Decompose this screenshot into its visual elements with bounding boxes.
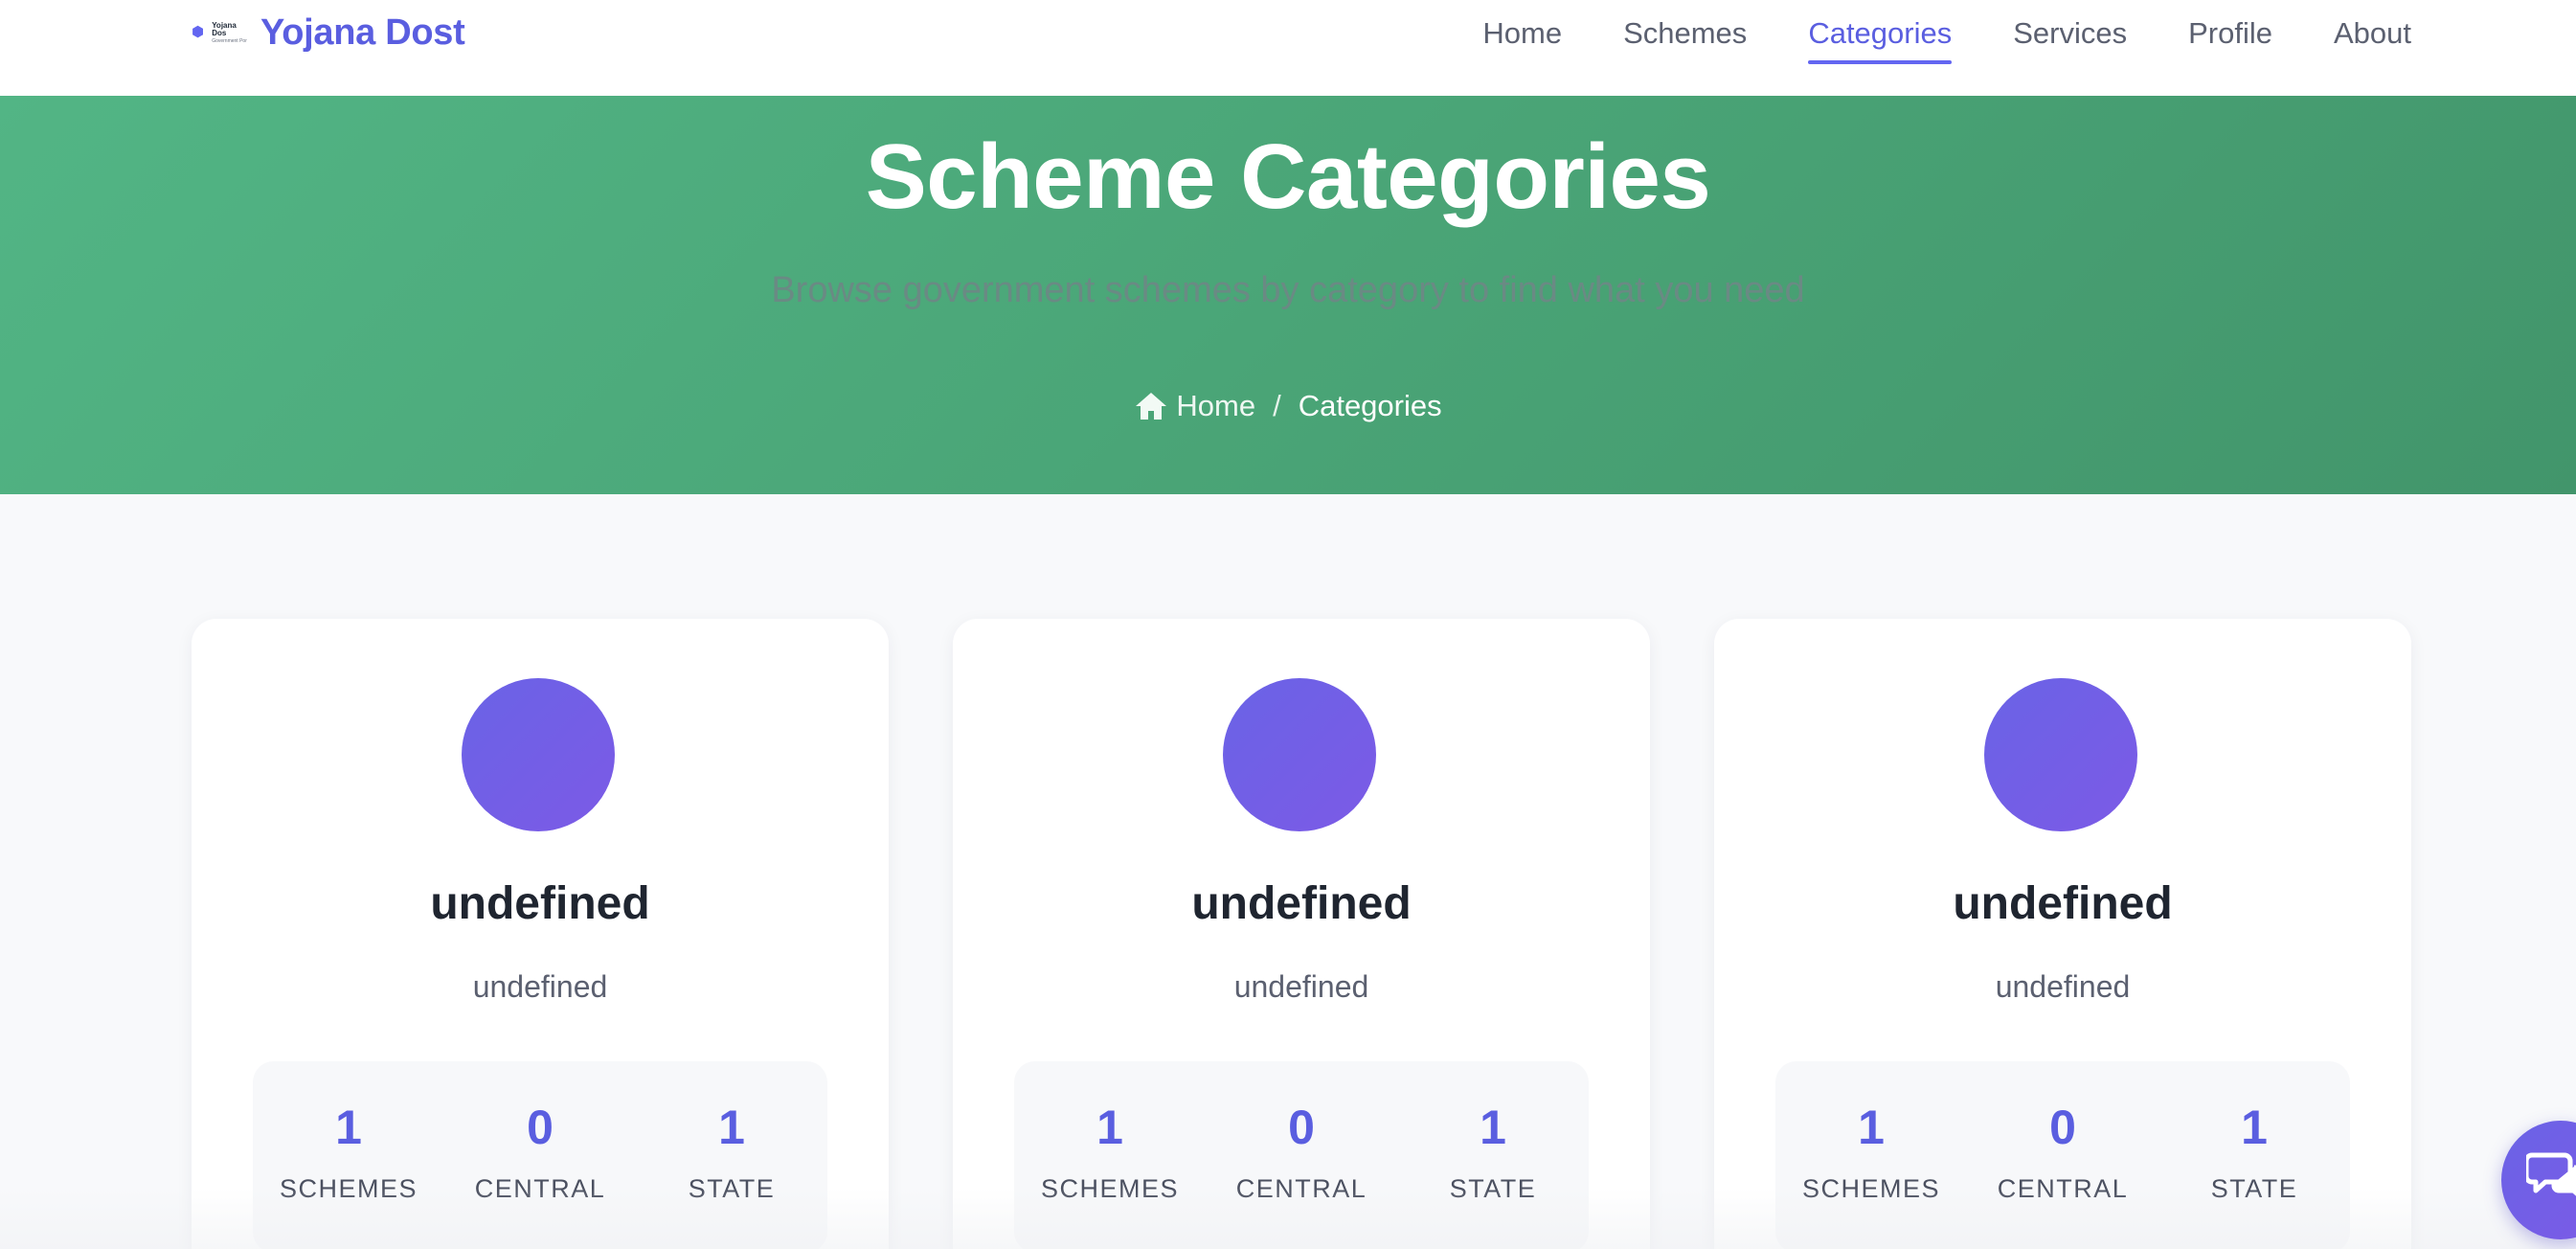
category-card[interactable]: undefined undefined 1 SCHEMES 0 CENTRAL … (1714, 619, 2411, 1249)
brand-logo-text: Yojana Dos Government Por (212, 20, 251, 44)
hero-banner: Scheme Categories Browse government sche… (0, 96, 2576, 494)
navbar: ⬢ Yojana Dos Government Por Yojana Dost … (0, 0, 2576, 96)
nav-link-categories[interactable]: Categories (1808, 3, 1952, 64)
category-icon (1984, 678, 2137, 831)
nav-links: Home Schemes Categories Services Profile… (1421, 0, 2411, 67)
brand-name[interactable]: Yojana Dost (260, 12, 465, 54)
category-card[interactable]: undefined undefined 1 SCHEMES 0 CENTRAL … (953, 619, 1650, 1249)
stat-value: 0 (1288, 1101, 1315, 1154)
stat-value: 1 (718, 1101, 745, 1154)
breadcrumb-current: Categories (1298, 389, 1442, 422)
category-icon (1223, 678, 1376, 831)
nav-link-home[interactable]: Home (1482, 3, 1562, 64)
home-icon (1136, 393, 1167, 420)
brand-logo: ⬢ Yojana Dos Government Por (192, 20, 251, 44)
stat-label: STATE (2210, 1174, 2298, 1203)
hexagon-logo-icon: ⬢ (192, 24, 205, 40)
nav-link-about[interactable]: About (2334, 3, 2411, 64)
stat-value: 1 (1480, 1101, 1506, 1154)
page-title: Scheme Categories (865, 125, 1711, 228)
breadcrumb: Home / Categories (0, 389, 2576, 423)
stat-value: 1 (335, 1101, 362, 1154)
category-card[interactable]: undefined undefined 1 SCHEMES 0 CENTRAL … (192, 619, 889, 1249)
category-description: undefined (472, 969, 608, 1004)
stat-label: CENTRAL (1235, 1174, 1367, 1203)
stat-label: SCHEMES (279, 1174, 418, 1203)
stat-label: SCHEMES (1801, 1174, 1941, 1203)
stat-label: SCHEMES (1040, 1174, 1180, 1203)
breadcrumb-separator: / (1273, 389, 1281, 422)
stat-value: 1 (1858, 1101, 1885, 1154)
stat-label: CENTRAL (474, 1174, 606, 1203)
category-name: undefined (1191, 878, 1412, 929)
category-name: undefined (1953, 878, 2173, 929)
stat-value: 1 (1096, 1101, 1123, 1154)
stat-value: 0 (527, 1101, 554, 1154)
nav-link-services[interactable]: Services (2013, 3, 2127, 64)
category-stats: 1 SCHEMES 0 CENTRAL 1 STATE (1775, 1061, 2350, 1249)
stat-label: CENTRAL (1997, 1174, 2129, 1203)
breadcrumb-home-link[interactable]: Home (1134, 389, 1255, 423)
breadcrumb-home-label: Home (1176, 389, 1256, 422)
page-subtitle: Browse government schemes by category to… (771, 270, 1805, 310)
chat-bubble-icon (2526, 1152, 2576, 1196)
nav-link-profile[interactable]: Profile (2188, 3, 2272, 64)
category-name: undefined (430, 878, 650, 929)
brand[interactable]: ⬢ Yojana Dos Government Por Yojana Dost (192, 8, 465, 57)
chat-button[interactable] (2501, 1121, 2576, 1239)
stat-value: 1 (2241, 1101, 2268, 1154)
category-stats: 1 SCHEMES 0 CENTRAL 1 STATE (253, 1061, 827, 1249)
stat-value: 0 (2049, 1101, 2076, 1154)
category-description: undefined (1995, 969, 2131, 1004)
stat-label: STATE (688, 1174, 776, 1203)
category-stats: 1 SCHEMES 0 CENTRAL 1 STATE (1014, 1061, 1589, 1249)
brand-logo-title: Yojana Dos (212, 20, 237, 37)
nav-link-schemes[interactable]: Schemes (1623, 3, 1747, 64)
category-icon (462, 678, 615, 831)
category-description: undefined (1233, 969, 1369, 1004)
brand-logo-subtitle: Government Por (212, 37, 247, 44)
stat-label: STATE (1449, 1174, 1537, 1203)
